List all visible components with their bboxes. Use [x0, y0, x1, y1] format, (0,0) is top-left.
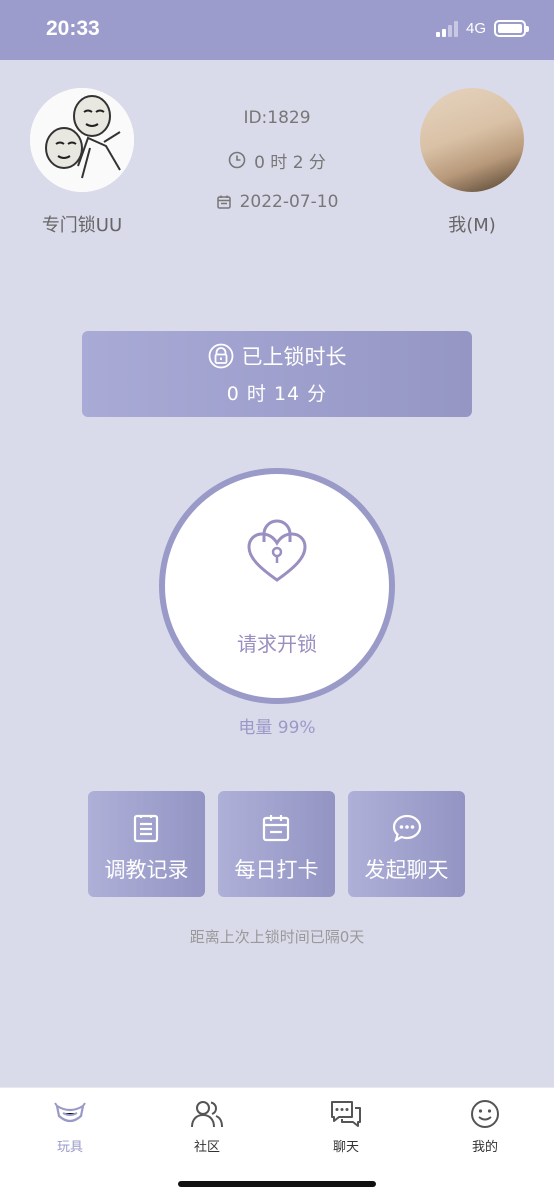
request-unlock-label: 请求开锁 [237, 632, 317, 656]
start-chat-label: 发起聊天 [364, 858, 449, 882]
my-avatar[interactable] [420, 88, 524, 192]
tab-chat-label: 聊天 [332, 1140, 359, 1155]
chat-bubbles-icon [331, 1101, 361, 1127]
my-name: 我(M) [448, 215, 496, 236]
lock-duration-title: 已上锁时长 [241, 345, 347, 369]
heart-lock-icon [247, 519, 307, 582]
session-duration: 0 时 2 分 [180, 148, 374, 173]
lock-duration-value: 0 时 14 分 [226, 383, 328, 405]
training-record-label: 调教记录 [104, 858, 189, 882]
training-record-button[interactable]: 调教记录 [88, 791, 205, 897]
tab-community[interactable]: 社区 [167, 1098, 247, 1155]
lock-duration-banner: 已上锁时长 0 时 14 分 [82, 331, 472, 417]
start-chat-button[interactable]: 发起聊天 [348, 791, 465, 897]
status-indicators: 4G [435, 20, 529, 37]
battery-icon [494, 20, 529, 37]
home-indicator[interactable] [178, 1181, 376, 1187]
lock-icon [208, 343, 233, 369]
network-label: 4G [465, 20, 486, 37]
toy-icon [54, 1102, 86, 1123]
smiley-icon [471, 1100, 499, 1128]
session-date: 2022-07-10 [180, 190, 374, 214]
signal-icon [435, 20, 458, 37]
calendar-icon [262, 815, 290, 842]
tab-mine-label: 我的 [471, 1140, 498, 1155]
tab-chat[interactable]: 聊天 [306, 1098, 386, 1155]
session-info: ID:1829 0 时 2 分 2022-07-10 [180, 106, 374, 232]
status-time: 20:33 [46, 17, 100, 40]
chat-icon [392, 814, 422, 843]
community-icon [191, 1101, 223, 1128]
last-lock-note: 距离上次上锁时间已隔0天 [189, 928, 365, 946]
partner-name: 专门锁UU [41, 215, 123, 236]
tab-mine[interactable]: 我的 [445, 1098, 525, 1155]
tab-toys-label: 玩具 [56, 1140, 83, 1155]
session-id: ID:1829 [243, 108, 311, 128]
request-unlock-button[interactable]: 请求开锁 [159, 468, 395, 704]
tab-community-label: 社区 [193, 1140, 220, 1155]
daily-checkin-label: 每日打卡 [234, 858, 319, 882]
daily-checkin-button[interactable]: 每日打卡 [218, 791, 335, 897]
clipboard-icon [133, 814, 159, 843]
partner-avatar[interactable] [30, 88, 134, 192]
clock-icon [228, 151, 246, 169]
status-bar: 20:33 4G [0, 0, 554, 60]
device-battery-text: 电量 99% [238, 718, 316, 738]
calendar-small-icon [216, 195, 231, 209]
tab-toys[interactable]: 玩具 [30, 1098, 110, 1155]
